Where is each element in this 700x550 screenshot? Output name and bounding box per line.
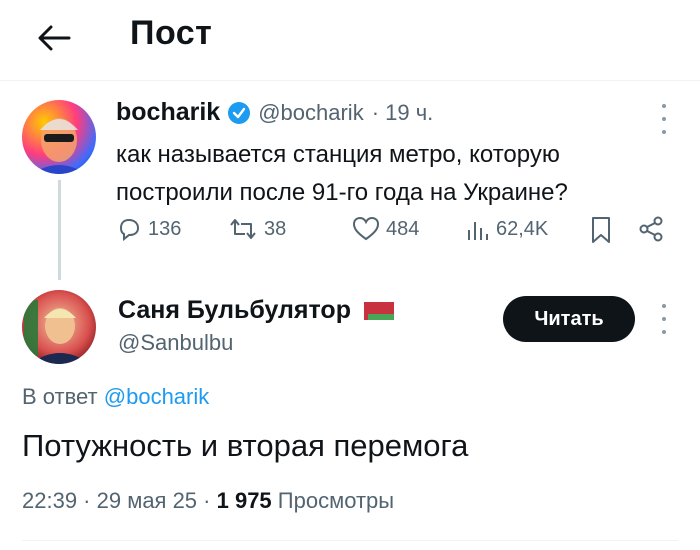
follow-button[interactable]: Читать bbox=[503, 296, 635, 342]
views-button[interactable]: 62,4K bbox=[466, 216, 548, 242]
post-meta: 22:39 · 29 мая 25 · 1 975 Просмотры bbox=[22, 488, 394, 514]
author-name[interactable]: bocharik bbox=[116, 98, 220, 127]
views-icon bbox=[468, 222, 488, 240]
verified-badge-icon bbox=[228, 101, 251, 124]
back-arrow-icon bbox=[38, 25, 71, 51]
post-views-label: Просмотры bbox=[271, 488, 395, 513]
page-title: Пост bbox=[130, 14, 213, 52]
reply-mention-link[interactable]: @bocharik bbox=[104, 384, 210, 409]
avatar-sanbulbu[interactable] bbox=[22, 290, 96, 364]
avatar-bocharik[interactable] bbox=[22, 100, 96, 174]
like-icon bbox=[352, 216, 380, 241]
more-icon[interactable] bbox=[654, 104, 674, 134]
reply-author-row: Саня Бульбулятор bbox=[118, 296, 394, 325]
bookmark-button[interactable] bbox=[590, 216, 612, 244]
reply-author-name[interactable]: Саня Бульбулятор bbox=[118, 296, 351, 325]
author-handle[interactable]: @bocharik bbox=[258, 100, 364, 126]
belarus-flag-icon bbox=[358, 301, 394, 320]
action-bar: 136 38 484 62,4K bbox=[116, 216, 676, 256]
reply-button[interactable]: 136 bbox=[116, 216, 181, 242]
reply-post-text: Потужность и вторая перемога bbox=[22, 428, 469, 463]
original-post-text: как называется станция метро, которую по… bbox=[116, 141, 568, 206]
original-author-row: bocharik @bocharik · 19 ч. bbox=[116, 98, 433, 127]
repost-icon bbox=[230, 219, 256, 239]
avatar-portrait bbox=[24, 300, 90, 364]
post-views-count: 1 975 bbox=[216, 488, 272, 513]
like-button[interactable]: 484 bbox=[352, 216, 419, 242]
repost-button[interactable]: 38 bbox=[228, 216, 286, 242]
avatar-portrait bbox=[32, 118, 86, 174]
bookmark-icon bbox=[592, 217, 610, 243]
back-button[interactable] bbox=[34, 18, 74, 58]
repost-count: 38 bbox=[264, 217, 287, 240]
thread-connector bbox=[58, 180, 61, 280]
divider bbox=[22, 540, 678, 541]
top-bar: Пост bbox=[0, 0, 700, 81]
more-icon[interactable] bbox=[654, 304, 674, 334]
reply-author-handle[interactable]: @Sanbulbu bbox=[118, 330, 233, 356]
in-reply-to: В ответ @bocharik bbox=[22, 384, 209, 410]
like-count: 484 bbox=[386, 217, 420, 240]
share-button[interactable] bbox=[638, 216, 664, 242]
post-age[interactable]: · 19 ч. bbox=[372, 100, 434, 126]
share-icon bbox=[639, 216, 663, 242]
views-count: 62,4K bbox=[496, 217, 549, 240]
post-timestamp[interactable]: 22:39 · 29 мая 25 · bbox=[22, 488, 217, 513]
reply-count: 136 bbox=[148, 217, 182, 240]
in-reply-prefix: В ответ bbox=[22, 384, 98, 409]
reply-icon bbox=[119, 218, 140, 242]
